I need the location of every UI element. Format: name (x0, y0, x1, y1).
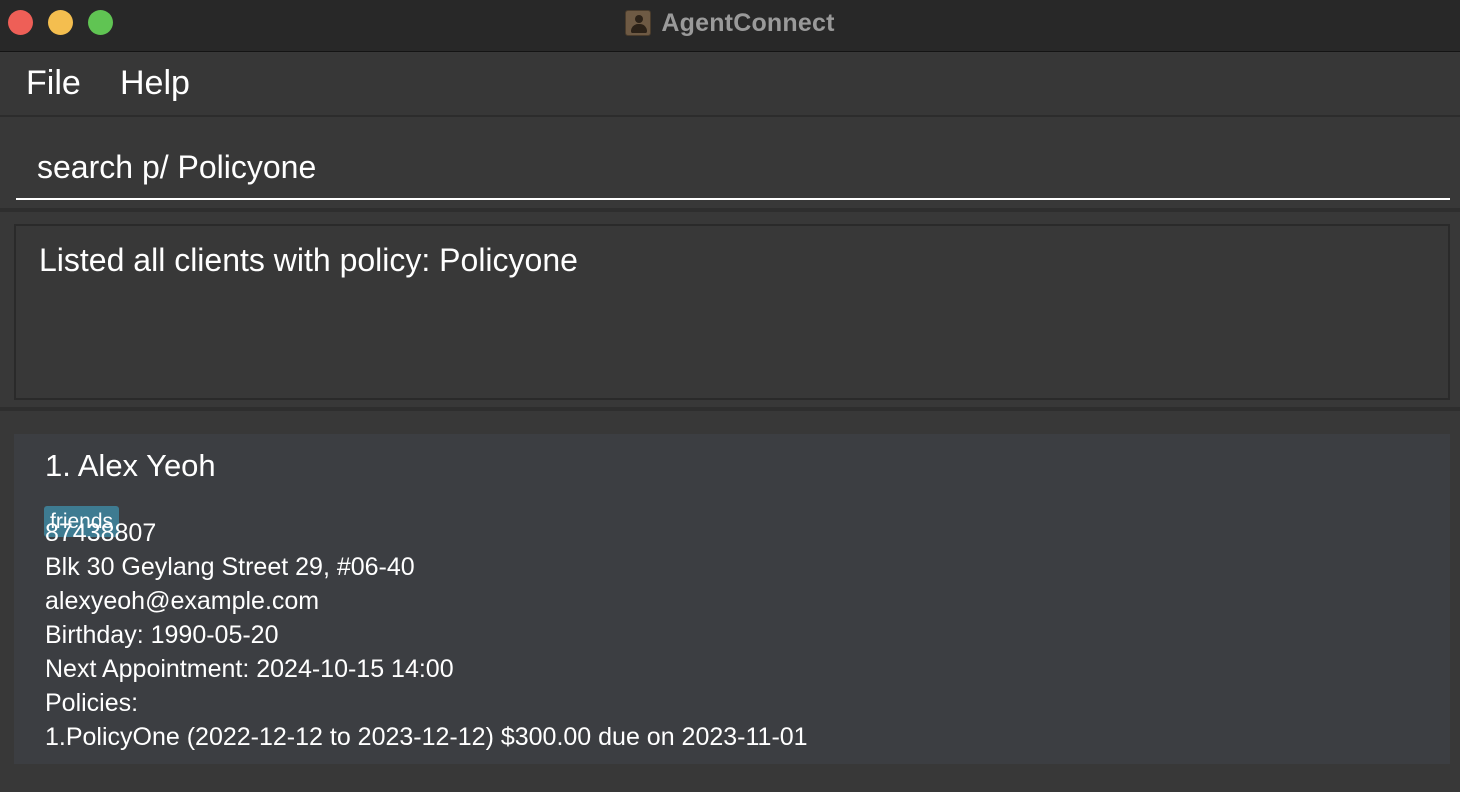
person-address: Blk 30 Geylang Street 29, #06-40 (45, 553, 415, 581)
menu-bar: File Help (0, 53, 1460, 117)
window-title: AgentConnect (661, 8, 835, 37)
contact-book-icon (625, 10, 652, 36)
result-message: Listed all clients with policy: Policyon… (39, 242, 578, 278)
person-appointment: Next Appointment: 2024-10-15 14:00 (45, 655, 454, 683)
result-display[interactable]: Listed all clients with policy: Policyon… (14, 224, 1450, 400)
person-birthday: Birthday: 1990-05-20 (45, 621, 279, 649)
result-display-area: Listed all clients with policy: Policyon… (0, 214, 1460, 411)
menu-file[interactable]: File (26, 64, 81, 103)
title-group: AgentConnect (0, 0, 1460, 46)
command-box (0, 119, 1460, 212)
app-window: AgentConnect File Help Listed all client… (0, 0, 1460, 792)
person-name: 1. Alex Yeoh (45, 448, 216, 483)
title-bar: AgentConnect (0, 0, 1460, 52)
person-card[interactable]: 1. Alex Yeoh friends 87438807 Blk 30 Gey… (14, 434, 1450, 764)
person-email: alexyeoh@example.com (45, 587, 320, 615)
policies-label: Policies: (45, 689, 139, 717)
person-phone: 87438807 (45, 519, 157, 547)
command-input[interactable] (16, 137, 1450, 200)
person-list[interactable]: 1. Alex Yeoh friends 87438807 Blk 30 Gey… (0, 413, 1460, 792)
policy-item: 1.PolicyOne (2022-12-12 to 2023-12-12) $… (45, 723, 808, 751)
menu-help[interactable]: Help (120, 64, 190, 103)
